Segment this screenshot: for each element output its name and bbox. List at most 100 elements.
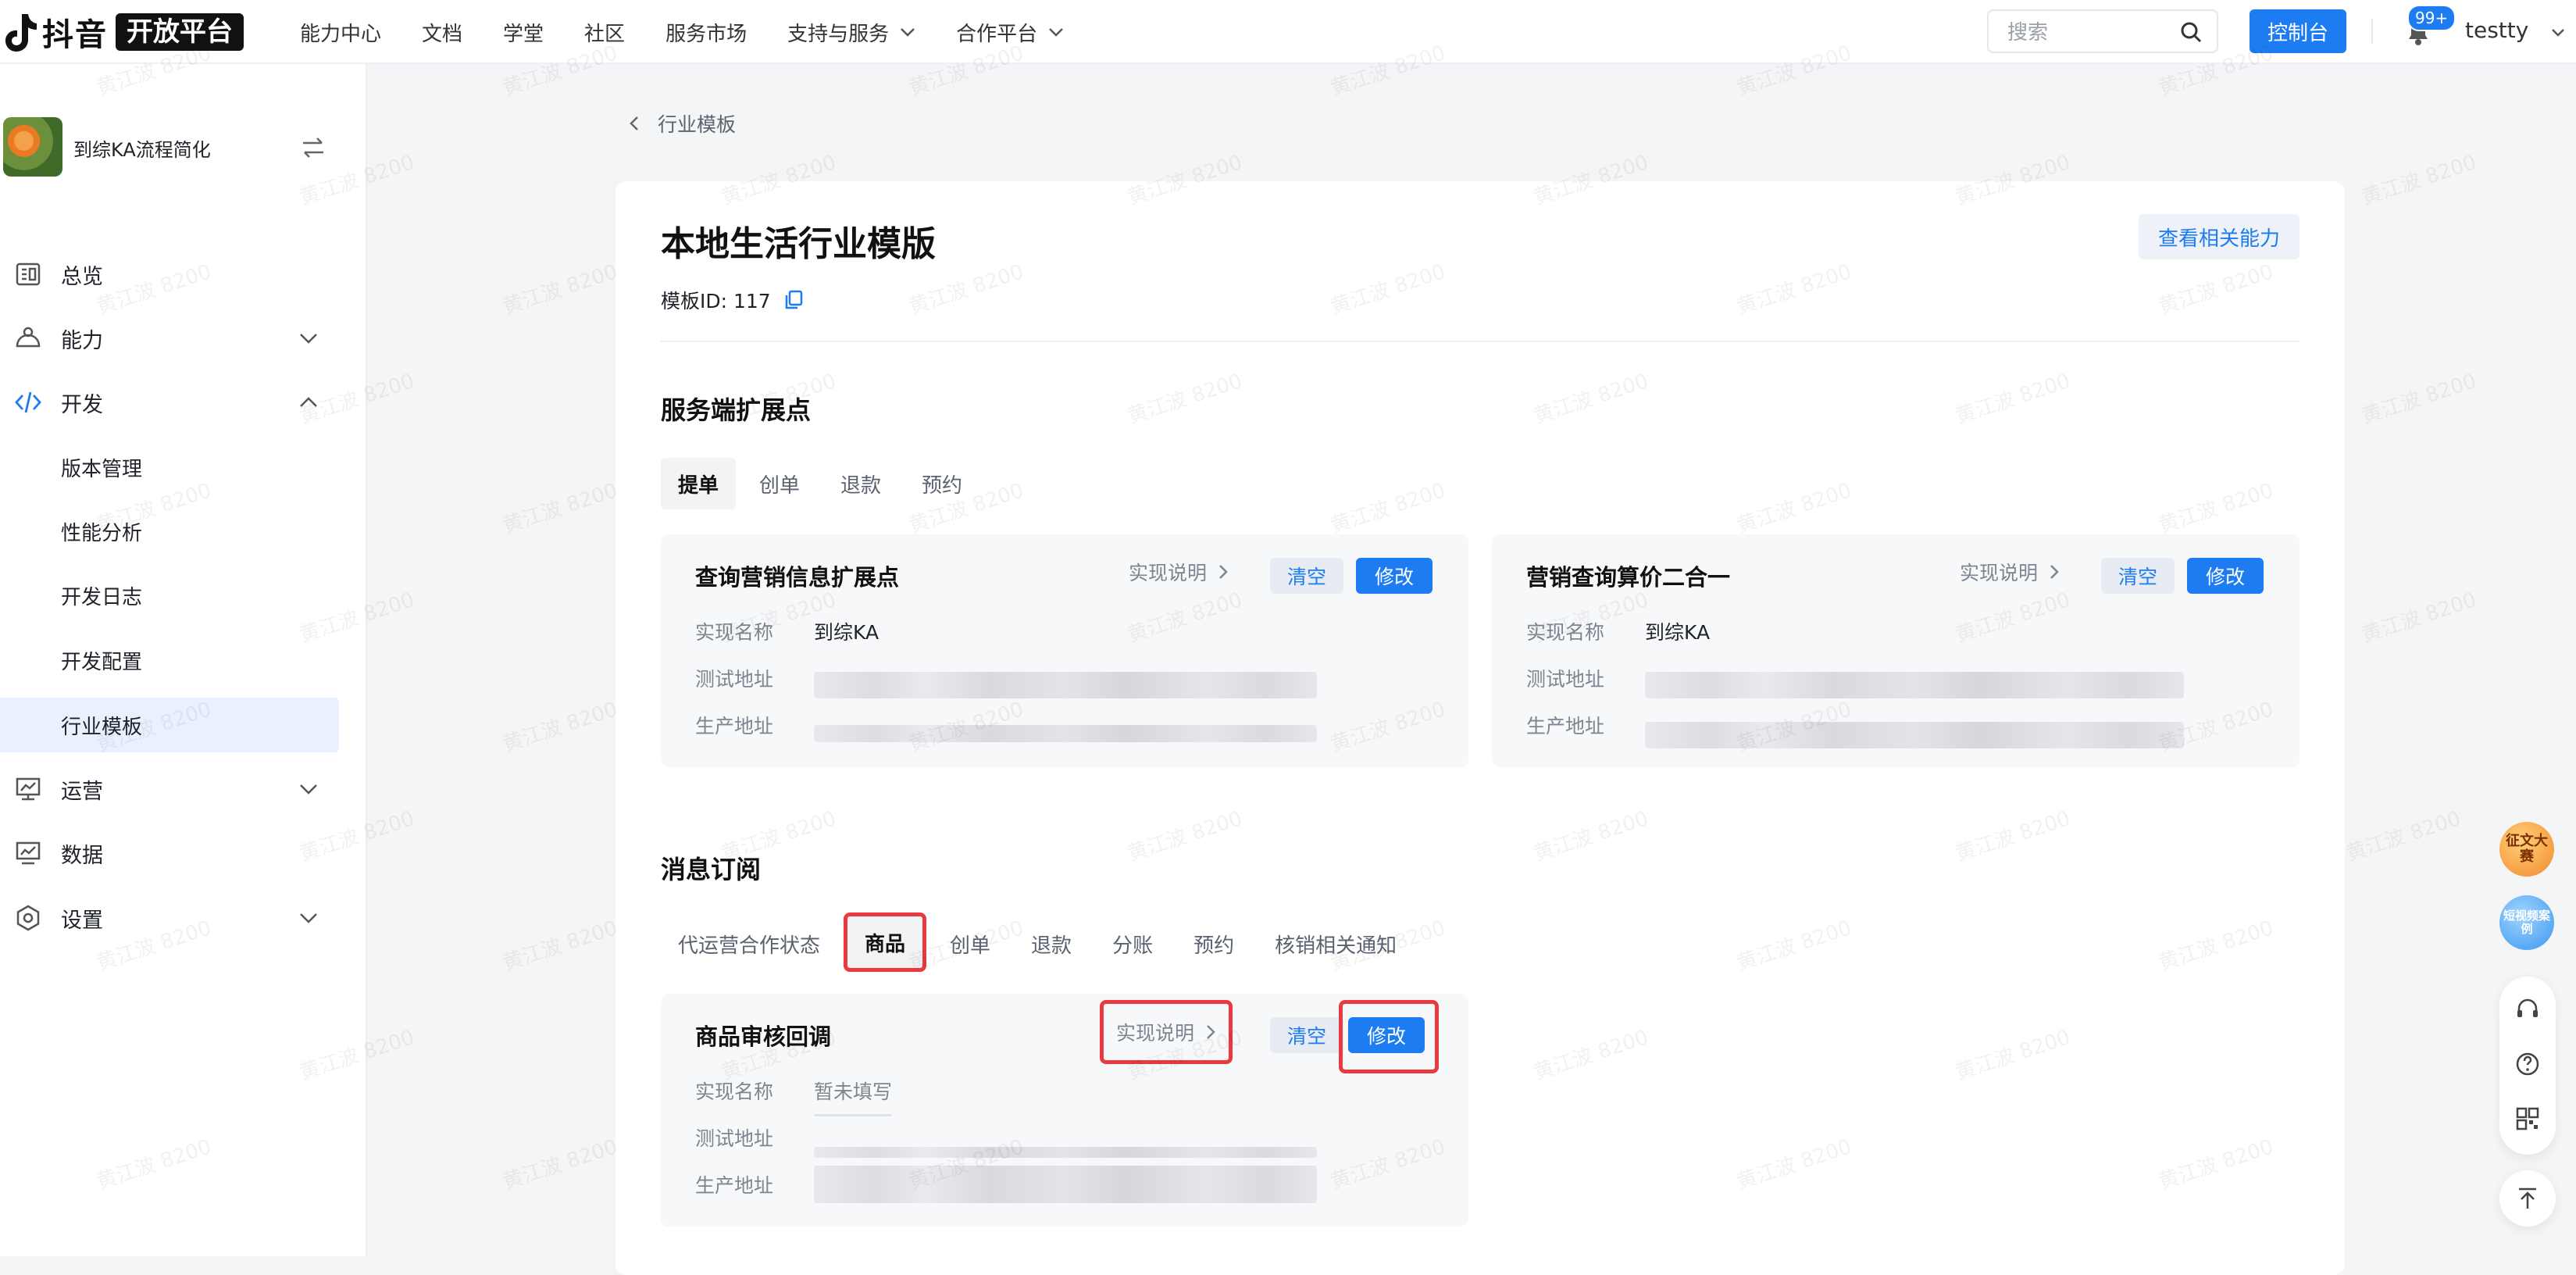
nav-capability-center[interactable]: 能力中心 (300, 18, 381, 47)
edit-button[interactable]: 修改 (1348, 1017, 1425, 1053)
tab-create-order[interactable]: 创单 (742, 458, 817, 509)
copy-icon[interactable] (783, 289, 804, 311)
tab-split-payment[interactable]: 分账 (1095, 918, 1170, 970)
test-url-label: 测试地址 (1526, 668, 1605, 691)
nav-support[interactable]: 支持与服务 (787, 18, 915, 47)
tab-refund[interactable]: 退款 (1014, 918, 1089, 970)
edit-button[interactable]: 修改 (2187, 558, 2264, 594)
tab-verification-notice[interactable]: 核销相关通知 (1258, 918, 1414, 970)
nav-label: 社区 (584, 22, 626, 46)
help-icon[interactable] (2515, 1052, 2540, 1077)
test-url-label: 测试地址 (695, 668, 774, 691)
nav-partner-platform[interactable]: 合作平台 (956, 18, 1064, 47)
overview-icon (16, 262, 41, 286)
extension-title: 营销查询算价二合一 (1526, 564, 1731, 591)
chevron-right-icon (1207, 1025, 1215, 1039)
tab-product[interactable]: 商品 (844, 912, 927, 972)
qr-code-icon[interactable] (2515, 1106, 2540, 1131)
tab-agency-status[interactable]: 代运营合作状态 (661, 918, 837, 970)
clear-button[interactable]: 清空 (1270, 1017, 1343, 1053)
tab-booking[interactable]: 预约 (1176, 918, 1251, 970)
tab-create-order[interactable]: 创单 (933, 918, 1008, 970)
nav-label: 合作平台 (956, 22, 1038, 46)
sidebar-item-performance[interactable]: 性能分析 (0, 504, 339, 559)
nav-academy[interactable]: 学堂 (503, 18, 544, 47)
back-to-top-button[interactable] (2499, 1170, 2556, 1227)
subscription-card: 商品审核回调 实现说明 清空 修改 实现名称 暂未填写 测试地址 生产地址 (661, 994, 1468, 1227)
tiktok-icon (5, 14, 37, 52)
nav-divider (2371, 19, 2373, 44)
edit-button[interactable]: 修改 (1356, 558, 1432, 594)
floating-tool-panel (2499, 977, 2556, 1155)
console-button[interactable]: 控制台 (2250, 9, 2346, 53)
impl-name-label: 实现名称 (695, 1080, 774, 1103)
sidebar-item-settings[interactable]: 设置 (0, 891, 367, 945)
headset-icon[interactable] (2515, 997, 2540, 1022)
prod-url-value-redacted (1645, 722, 2184, 748)
main-nav: 能力中心 文档 学堂 社区 服务市场 支持与服务 合作平台 (300, 0, 1104, 64)
sidebar-item-industry-template[interactable]: 行业模板 (0, 698, 339, 752)
sidebar-item-data[interactable]: 数据 (0, 826, 367, 880)
service-section-title: 服务端扩展点 (661, 395, 812, 425)
tab-refund[interactable]: 退款 (823, 458, 898, 509)
page-title: 本地生活行业模版 (661, 224, 936, 264)
chevron-right-icon (1219, 565, 1228, 579)
test-url-value-redacted (814, 1147, 1317, 1158)
breadcrumb[interactable]: 行业模板 (628, 109, 736, 138)
username[interactable]: testty (2465, 17, 2528, 43)
operation-icon (16, 777, 41, 801)
sidebar-item-version-management[interactable]: 版本管理 (0, 440, 339, 495)
search-box[interactable] (1987, 9, 2218, 53)
nav-label: 服务市场 (665, 22, 747, 46)
view-related-capabilities-button[interactable]: 查看相关能力 (2139, 214, 2299, 259)
tab-submit-order[interactable]: 提单 (661, 458, 737, 509)
breadcrumb-label[interactable]: 行业模板 (658, 109, 736, 138)
divider (661, 341, 2299, 342)
nav-service-market[interactable]: 服务市场 (665, 18, 747, 47)
watermark: 黄江波 8200 (2358, 370, 2480, 429)
watermark: 黄江波 8200 (499, 260, 621, 320)
sidebar-item-dev-config[interactable]: 开发配置 (0, 633, 339, 688)
implementation-note-link[interactable]: 实现说明 (1100, 1000, 1233, 1064)
sidebar-item-capability[interactable]: 能力 (0, 311, 367, 366)
sidebar-item-develop[interactable]: 开发 (0, 375, 367, 430)
implementation-note-link[interactable]: 实现说明 (1950, 556, 2069, 588)
nav-community[interactable]: 社区 (584, 18, 625, 47)
tab-booking[interactable]: 预约 (904, 458, 979, 509)
sidebar-item-dev-log[interactable]: 开发日志 (0, 568, 339, 623)
switch-app-icon[interactable] (300, 136, 326, 159)
sidebar-item-label: 开发配置 (61, 650, 143, 674)
arrow-up-icon (2519, 1188, 2536, 1209)
clear-button[interactable]: 清空 (1270, 558, 1343, 594)
impl-name-value: 暂未填写 (814, 1077, 893, 1116)
sidebar-item-label: 能力 (61, 328, 103, 353)
chevron-down-icon[interactable] (2551, 28, 2565, 38)
chevron-down-icon (901, 28, 915, 37)
chevron-left-icon[interactable] (628, 115, 640, 132)
template-id-text: 模板ID: 117 (661, 290, 771, 312)
sidebar-item-label: 运营 (61, 779, 103, 804)
prod-url-value-redacted (814, 725, 1317, 742)
impl-name-value: 到综KA (1645, 621, 1711, 644)
watermark: 黄江波 8200 (499, 916, 621, 976)
nav-label: 文档 (422, 22, 463, 46)
watermark: 黄江波 8200 (499, 1135, 621, 1195)
nav-docs[interactable]: 文档 (422, 18, 462, 47)
brand-name: 抖音 (42, 17, 108, 53)
short-video-case-badge[interactable]: 短视频案例 (2499, 895, 2554, 950)
service-tabs: 提单 创单 退款 预约 (661, 458, 986, 509)
search-input[interactable] (2006, 19, 2181, 47)
douyin-logo[interactable]: 抖音 开放平台 (3, 11, 244, 53)
clear-button[interactable]: 清空 (2101, 558, 2175, 594)
essay-contest-badge[interactable]: 征文大赛 (2499, 822, 2554, 877)
watermark: 黄江波 8200 (2342, 807, 2464, 866)
prod-url-label: 生产地址 (695, 1174, 774, 1197)
sidebar-item-overview[interactable]: 总览 (0, 247, 367, 302)
chevron-down-icon (300, 334, 317, 344)
search-icon[interactable] (2179, 20, 2203, 44)
message-section-title: 消息订阅 (661, 855, 762, 884)
implementation-note-link[interactable]: 实现说明 (1119, 556, 1238, 588)
sidebar-item-operation[interactable]: 运营 (0, 762, 367, 816)
code-icon (15, 391, 41, 413)
nav-label: 支持与服务 (787, 22, 890, 46)
